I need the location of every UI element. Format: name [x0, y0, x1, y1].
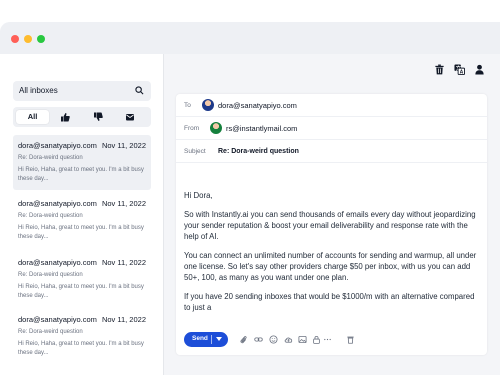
user-icon[interactable]	[474, 64, 485, 75]
mail-sender: dora@sanatyapiyo.com	[18, 199, 97, 208]
mail-preview: Hi Reio, Haha, great to meet you. I'm a …	[18, 284, 144, 299]
body-paragraph: If you have 20 sending inboxes that woul…	[184, 292, 475, 312]
avatar	[202, 99, 214, 111]
app-window: All inboxes All dora@sanatyapiyo.com Nov…	[0, 22, 500, 375]
from-field[interactable]: From rs@instantlymail.com	[176, 117, 487, 140]
thumbs-down-icon[interactable]	[93, 112, 103, 122]
to-field[interactable]: To dora@sanatyapiyo.com	[176, 94, 487, 117]
subject-label: Subject	[184, 148, 206, 155]
trash-icon[interactable]	[434, 64, 445, 75]
mail-date: Nov 11, 2022	[101, 199, 146, 208]
lock-icon[interactable]	[312, 335, 321, 344]
body-paragraph: You can connect an unlimited number of a…	[184, 251, 477, 282]
mail-list-item[interactable]: dora@sanatyapiyo.com Nov 11, 2022 Re: Do…	[13, 193, 151, 248]
mail-date: Nov 11, 2022	[101, 315, 146, 324]
mail-sender: dora@sanatyapiyo.com	[18, 315, 97, 324]
mail-sender: dora@sanatyapiyo.com	[18, 141, 97, 150]
maximize-window-button[interactable]	[37, 35, 45, 43]
svg-text:A: A	[460, 70, 464, 75]
thumbs-up-icon[interactable]	[60, 112, 70, 122]
body-paragraph: So with Instantly.ai you can send thousa…	[184, 210, 476, 241]
inbox-sidebar: All inboxes All dora@sanatyapiyo.com Nov…	[0, 54, 164, 375]
title-bar	[0, 22, 500, 54]
more-options-icon[interactable]	[323, 335, 332, 344]
compose-panel: To dora@sanatyapiyo.com From rs@instantl…	[176, 94, 487, 355]
mail-sender: dora@sanatyapiyo.com	[18, 258, 97, 267]
minimize-window-button[interactable]	[24, 35, 32, 43]
drive-upload-icon[interactable]	[284, 335, 293, 344]
avatar	[210, 122, 222, 134]
send-button[interactable]: Send	[184, 332, 228, 347]
close-window-button[interactable]	[11, 35, 19, 43]
to-label: To	[184, 102, 191, 109]
filter-all-tab[interactable]: All	[16, 110, 49, 124]
emoji-icon[interactable]	[269, 335, 278, 344]
filter-bar: All	[13, 107, 151, 127]
link-icon[interactable]	[254, 335, 263, 344]
body-greeting: Hi Dora,	[184, 191, 213, 200]
from-value: rs@instantlymail.com	[226, 124, 298, 133]
mail-subject: Re: Dora-weird question	[18, 329, 83, 335]
mail-subject: Re: Dora-weird question	[18, 213, 83, 219]
from-label: From	[184, 125, 200, 132]
search-icon[interactable]	[135, 86, 144, 95]
mail-preview: Hi Reio, Haha, great to meet you. I'm a …	[18, 167, 144, 182]
mail-list-item[interactable]: dora@sanatyapiyo.com Nov 11, 2022 Re: Do…	[13, 252, 151, 307]
subject-value: Re: Dora-weird question	[218, 148, 299, 155]
image-icon[interactable]	[298, 335, 307, 344]
subject-field[interactable]: Subject Re: Dora-weird question	[176, 140, 487, 163]
message-body[interactable]: Hi Dora, So with Instantly.ai you can se…	[184, 190, 482, 321]
to-value: dora@sanatyapiyo.com	[218, 101, 297, 110]
chevron-down-icon[interactable]	[216, 337, 222, 341]
mail-list-item[interactable]: dora@sanatyapiyo.com Nov 11, 2022 Re: Do…	[13, 135, 151, 190]
send-label: Send	[192, 335, 208, 342]
mail-date: Nov 11, 2022	[101, 141, 146, 150]
attachment-icon[interactable]	[239, 335, 248, 344]
inbox-search[interactable]: All inboxes	[13, 81, 151, 101]
mail-subject: Re: Dora-weird question	[18, 155, 83, 161]
discard-draft-icon[interactable]	[346, 335, 355, 344]
send-divider	[211, 335, 212, 344]
mail-list-item[interactable]: dora@sanatyapiyo.com Nov 11, 2022 Re: Do…	[13, 309, 151, 364]
mail-subject: Re: Dora-weird question	[18, 272, 83, 278]
mail-date: Nov 11, 2022	[101, 258, 146, 267]
translate-icon[interactable]: 文 A	[454, 64, 465, 75]
inbox-selector-label: All inboxes	[19, 86, 58, 95]
mail-preview: Hi Reio, Haha, great to meet you. I'm a …	[18, 341, 144, 356]
mail-preview: Hi Reio, Haha, great to meet you. I'm a …	[18, 225, 144, 240]
inbox-icon[interactable]	[125, 112, 135, 122]
